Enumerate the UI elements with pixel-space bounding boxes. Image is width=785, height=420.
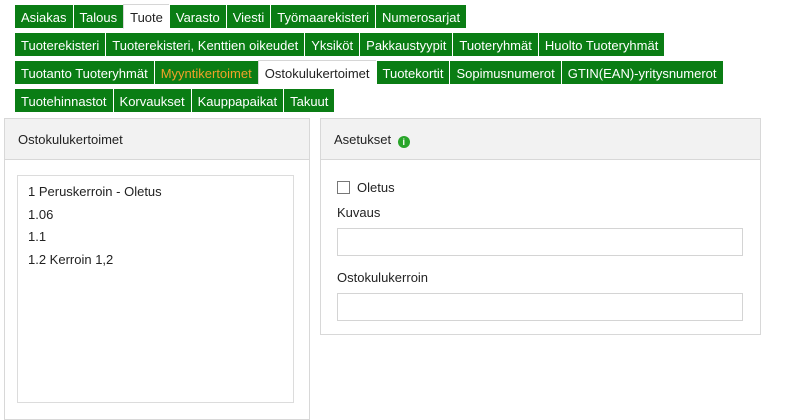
nav-row-subpages-3: Tuotehinnastot Korvaukset Kauppapaikat Taku… xyxy=(14,88,336,113)
nav-tab[interactable]: Myyntikertoimet xyxy=(153,60,259,85)
default-checkbox-label: Oletus xyxy=(357,179,395,195)
list-item[interactable]: 1.1 xyxy=(28,226,283,249)
nav-tab[interactable]: GTIN(EAN)-yritysnumerot xyxy=(560,60,724,85)
description-label: Kuvaus xyxy=(337,205,381,220)
nav-tab[interactable]: Tuoteryhmät xyxy=(452,32,539,57)
multiplier-listbox[interactable]: 1 Peruskerroin - Oletus 1.06 1.1 1.2 Kerroi… xyxy=(17,175,294,403)
list-item[interactable]: 1 Peruskerroin - Oletus xyxy=(28,181,283,204)
nav-tab[interactable]: Tuoterekisteri xyxy=(14,32,107,57)
multiplier-input[interactable] xyxy=(337,293,743,321)
nav-tab[interactable]: Talous xyxy=(72,4,125,29)
nav-tab[interactable]: Yksiköt xyxy=(304,32,361,57)
panel-title: Ostokulukertoimet xyxy=(5,119,309,160)
nav-tab[interactable]: Korvaukset xyxy=(112,88,192,113)
nav-tab[interactable]: Kauppapaikat xyxy=(190,88,285,113)
settings-panel: Asetukset i Oletus Kuvaus Ostokulukerroi… xyxy=(320,118,761,335)
settings-title: Asetukset xyxy=(334,132,392,147)
nav-tab[interactable]: Työmaarekisteri xyxy=(270,4,377,29)
nav-tab[interactable]: Huolto Tuoteryhmät xyxy=(537,32,666,57)
nav-tab[interactable]: Takuut xyxy=(283,88,336,113)
nav-row-modules: Asiakas Talous Tuote Varasto Viesti Työmaarek… xyxy=(14,4,468,29)
nav-tab[interactable]: Sopimusnumerot xyxy=(449,60,562,85)
list-item[interactable]: 1.06 xyxy=(28,204,283,227)
nav-tab[interactable]: Pakkaustyypit xyxy=(359,32,454,57)
default-checkbox[interactable] xyxy=(337,180,350,194)
nav-tab[interactable]: Viesti xyxy=(225,4,272,29)
nav-tab[interactable]: Ostokulukertoimet xyxy=(257,60,377,85)
nav-row-subpages-2: Tuotanto Tuoteryhmät Myyntikertoimet Ostok… xyxy=(14,60,724,85)
settings-header: Asetukset i xyxy=(321,119,760,160)
default-checkbox-row[interactable]: Oletus xyxy=(337,178,743,196)
description-input[interactable] xyxy=(337,228,743,256)
nav-tab[interactable]: Asiakas xyxy=(14,4,74,29)
nav-tab[interactable]: Varasto xyxy=(168,4,227,29)
nav-tab[interactable]: Tuoterekisteri, Kenttien oikeudet xyxy=(105,32,306,57)
nav-tab[interactable]: Tuotehinnastot xyxy=(14,88,114,113)
multiplier-list-panel: Ostokulukertoimet 1 Peruskerroin - Oletu… xyxy=(4,118,310,420)
nav-tab[interactable]: Tuotanto Tuoteryhmät xyxy=(14,60,155,85)
nav-tab[interactable]: Tuotekortit xyxy=(375,60,451,85)
nav-row-subpages-1: Tuoterekisteri Tuoterekisteri, Kenttien o… xyxy=(14,32,666,57)
multiplier-label: Ostokulukerroin xyxy=(337,270,429,285)
nav-tab[interactable]: Tuote xyxy=(123,4,170,29)
list-item[interactable]: 1.2 Kerroin 1,2 xyxy=(28,249,283,272)
nav-tab[interactable]: Numerosarjat xyxy=(375,4,468,29)
settings-form: Oletus Kuvaus Ostokulukerroin xyxy=(337,177,743,321)
info-icon[interactable]: i xyxy=(397,136,410,148)
